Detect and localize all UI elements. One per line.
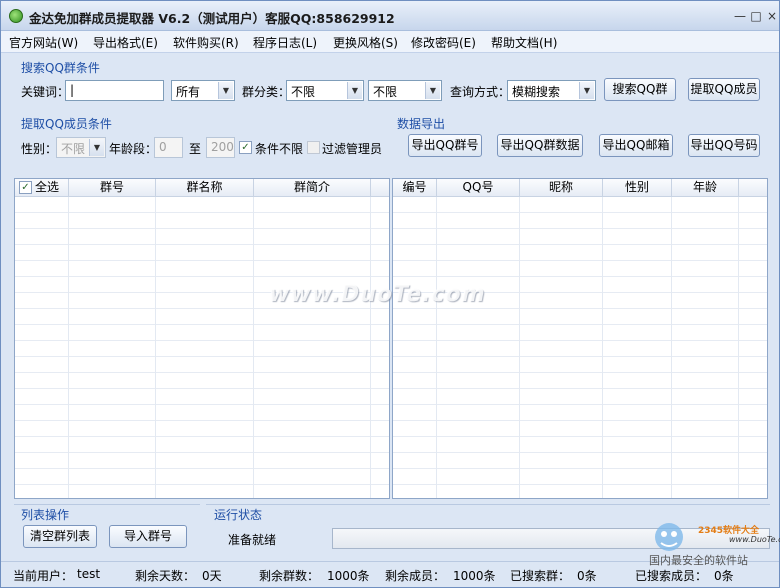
days-left-value: 0天 [202,569,222,583]
extract-qq-members-button[interactable]: 提取QQ成员 [688,78,760,101]
query-mode-label: 查询方式： [450,85,511,99]
col-gender[interactable]: 性别 [603,179,672,197]
keyword-input[interactable]: | [65,80,164,101]
menu-export-format[interactable]: 导出格式(E) [93,34,158,51]
search-conditions-title: 搜索QQ群条件 [21,61,100,75]
members-left-value: 1000条 [453,569,496,583]
groups-left-label: 剩余群数： [259,569,320,583]
menu-bar: 官方网站(W) 导出格式(E) 软件购买(R) 程序日志(L) 更换风格(S) … [1,31,779,53]
data-export-title: 数据导出 [397,117,446,131]
scope-select[interactable]: 所有 ▼ [171,80,235,101]
list-ops-title: 列表操作 [21,508,70,522]
gender-label: 性别： [21,142,58,156]
title-bar[interactable]: 金达免加群成员提取器 V6.2（测试用户）客服QQ:858629912 — □ … [1,1,779,31]
member-list-grid[interactable]: 编号 QQ号 昵称 性别 年龄 [392,178,768,499]
close-icon[interactable]: × [763,9,780,23]
filter-admin-label: 过滤管理员 [322,142,383,156]
age-from-input[interactable]: 0 [154,137,183,158]
category2-select-value: 不限 [373,85,398,99]
menu-skin[interactable]: 更换风格(S) [333,34,398,51]
app-window: 金达免加群成员提取器 V6.2（测试用户）客服QQ:858629912 — □ … [0,0,780,588]
corner-brand-url: www.DuoTe.com [729,535,780,544]
col-nickname[interactable]: 昵称 [520,179,603,197]
age-to-input[interactable]: 200 [206,137,235,158]
import-group-number-button[interactable]: 导入群号 [109,525,187,548]
col-group-intro[interactable]: 群简介 [254,179,371,197]
group-list-rows[interactable] [15,197,389,498]
checkmark-icon: ✓ [21,182,30,193]
gender-select[interactable]: 不限 ▼ [56,137,106,158]
query-mode-select-value: 模糊搜索 [512,85,561,99]
unlimited-label: 条件不限 [255,142,304,156]
searched-groups-value: 0条 [577,569,597,583]
checkmark-icon: ✓ [241,142,250,153]
menu-purchase[interactable]: 软件购买(R) [173,34,239,51]
category1-select[interactable]: 不限 ▼ [286,80,364,101]
export-group-number-button[interactable]: 导出QQ群号 [408,134,482,157]
app-logo-icon [9,9,23,23]
keyword-label: 关键词： [21,85,70,99]
extract-conditions-title: 提取QQ成员条件 [21,117,112,131]
run-status-title: 运行状态 [214,508,263,522]
chevron-down-icon[interactable]: ▼ [347,82,362,99]
export-qq-number-button[interactable]: 导出QQ号码 [688,134,760,157]
select-all-label: 全选 [35,180,60,194]
gender-select-value: 不限 [61,142,86,156]
corner-brand-slogan: 国内最安全的软件站 [649,554,748,567]
chevron-down-icon[interactable]: ▼ [425,82,440,99]
chevron-down-icon[interactable]: ▼ [218,82,233,99]
current-user-label: 当前用户： [13,569,74,583]
age-to-label: 至 [189,142,202,156]
days-left-label: 剩余天数： [135,569,196,583]
col-qq-number[interactable]: QQ号 [437,179,520,197]
chevron-down-icon[interactable]: ▼ [579,82,594,99]
member-list-header: 编号 QQ号 昵称 性别 年龄 [393,179,767,197]
watermark-text: www.DuoTe.com [269,282,486,307]
group-list-grid[interactable]: ✓ 全选 群号 群名称 群简介 [14,178,390,499]
export-qq-email-button[interactable]: 导出QQ邮箱 [599,134,673,157]
col-group-name[interactable]: 群名称 [156,179,254,197]
scope-select-value: 所有 [176,85,201,99]
window-title: 金达免加群成员提取器 V6.2（测试用户）客服QQ:858629912 [29,11,395,26]
col-index[interactable]: 编号 [393,179,437,197]
category-label: 群分类： [242,85,291,99]
member-list-rows[interactable] [393,197,767,498]
select-all-column[interactable]: ✓ 全选 [15,179,69,197]
group-list-header: ✓ 全选 群号 群名称 群简介 [15,179,389,197]
searched-groups-label: 已搜索群： [510,569,571,583]
current-user-value: test [77,567,101,581]
category1-select-value: 不限 [291,85,316,99]
query-mode-select[interactable]: 模糊搜索 ▼ [507,80,596,101]
menu-change-password[interactable]: 修改密码(E) [411,34,476,51]
col-age[interactable]: 年龄 [672,179,739,197]
category2-select[interactable]: 不限 ▼ [368,80,442,101]
menu-official-site[interactable]: 官方网站(W) [9,34,78,51]
groups-left-value: 1000条 [327,569,370,583]
menu-log[interactable]: 程序日志(L) [253,34,317,51]
members-left-label: 剩余成员： [385,569,446,583]
export-group-data-button[interactable]: 导出QQ群数据 [497,134,583,157]
select-all-checkbox[interactable]: ✓ [19,181,32,194]
unlimited-checkbox[interactable]: ✓ [239,141,252,154]
run-status-text: 准备就绪 [228,533,277,547]
chevron-down-icon[interactable]: ▼ [89,139,104,156]
search-qq-group-button[interactable]: 搜索QQ群 [604,78,676,101]
menu-help[interactable]: 帮助文档(H) [491,34,557,51]
clear-group-list-button[interactable]: 清空群列表 [23,525,97,548]
col-group-number[interactable]: 群号 [69,179,156,197]
age-range-label: 年龄段： [109,142,158,156]
filter-admin-checkbox[interactable] [307,141,320,154]
